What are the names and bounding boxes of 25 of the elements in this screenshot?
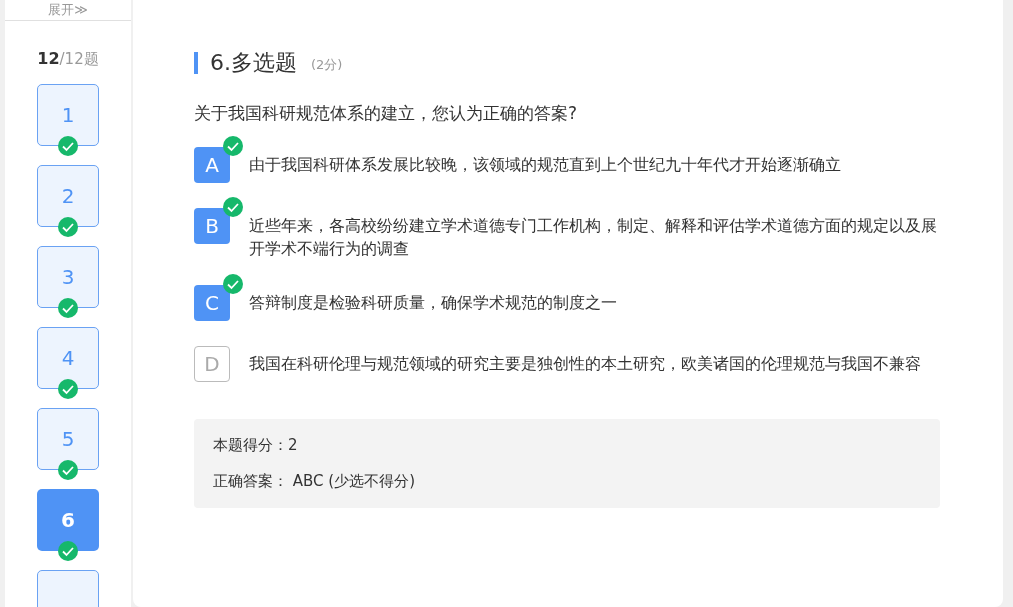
question-title: 6.多选题 — [210, 49, 297, 77]
score-text: 本题得分：2 — [213, 434, 299, 456]
question-number-button[interactable]: 3 — [37, 245, 99, 308]
question-number-button[interactable]: 5 — [37, 407, 99, 470]
check-icon — [223, 135, 243, 156]
option-text: 我国在科研伦理与规范领域的研究主要是独创性的本土研究，欧美诸国的伦理规范与我国不兼容 — [249, 352, 921, 375]
option-text: 近些年来，各高校纷纷建立学术道德专门工作机构，制定、解释和评估学术道德方面的规定以及展开学术不端行为的调查 — [249, 214, 938, 260]
question-number-button[interactable]: 2 — [37, 164, 99, 227]
option-letter-box[interactable]: D — [194, 345, 230, 382]
check-icon — [223, 273, 243, 294]
option-text: 答辩制度是检验科研质量，确保学术规范的制度之一 — [249, 291, 617, 314]
option-letter-box[interactable]: B — [194, 207, 230, 244]
check-icon — [223, 196, 243, 217]
correct-answer-text: 正确答案： ABC (少选不得分) — [213, 471, 416, 492]
option-letter-box[interactable]: C — [194, 284, 230, 321]
question-points: (2分) — [311, 55, 343, 74]
option-text: 由于我国科研体系发展比较晚，该领域的规范直到上个世纪九十年代才开始逐渐确立 — [249, 153, 841, 176]
expand-button[interactable]: 展开≫ — [48, 0, 88, 20]
question-prompt: 关于我国科研规范体系的建立，您认为正确的答案? — [194, 102, 579, 125]
question-number-button[interactable]: 1 — [37, 83, 99, 146]
option-letter-box[interactable]: A — [194, 146, 230, 183]
question-number-button[interactable]: 6 — [37, 488, 99, 551]
question-number-button[interactable]: 4 — [37, 326, 99, 389]
progress-counter: 12/12题 — [37, 47, 99, 70]
accent-bar — [194, 51, 198, 74]
